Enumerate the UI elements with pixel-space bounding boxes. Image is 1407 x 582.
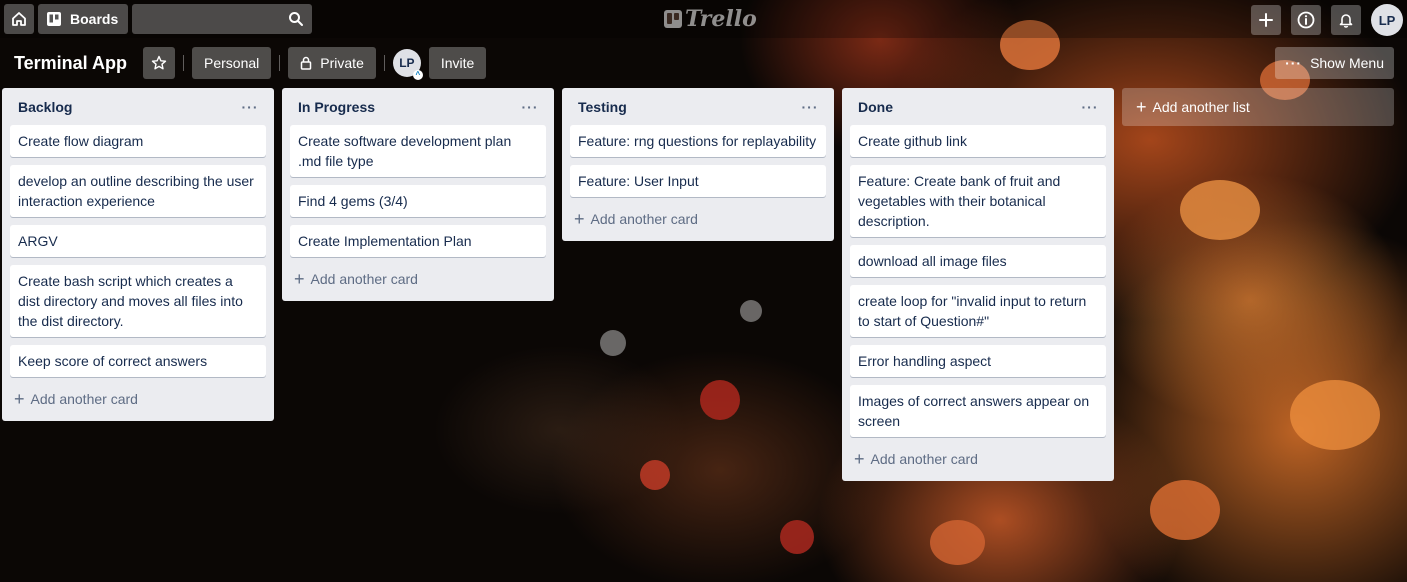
- home-button[interactable]: [4, 4, 34, 34]
- card[interactable]: download all image files: [850, 245, 1106, 277]
- board-header: Terminal App Personal Private LP ^ Invit…: [0, 45, 1407, 81]
- create-button[interactable]: [1251, 5, 1281, 35]
- card[interactable]: Feature: Create bank of fruit and vegeta…: [850, 165, 1106, 237]
- list-header: In Progress ···: [290, 88, 546, 125]
- boards-button[interactable]: Boards: [38, 4, 129, 34]
- top-header-bar: Boards Trello LP: [0, 0, 1407, 38]
- trello-logo[interactable]: Trello: [664, 6, 757, 32]
- boards-label: Boards: [70, 11, 119, 27]
- lock-icon: [301, 56, 312, 70]
- card[interactable]: Create github link: [850, 125, 1106, 157]
- background-blob: [740, 300, 762, 322]
- plus-icon: [1259, 13, 1273, 27]
- card[interactable]: Create bash script which creates a dist …: [10, 265, 266, 337]
- list-testing: Testing ··· Feature: rng questions for r…: [562, 88, 834, 241]
- home-icon: [12, 12, 26, 26]
- card[interactable]: Create Implementation Plan: [290, 225, 546, 257]
- add-card-label: Add another card: [30, 391, 138, 407]
- list-title[interactable]: In Progress: [298, 99, 375, 115]
- board-member-avatar[interactable]: LP ^: [392, 49, 423, 80]
- list-menu-icon[interactable]: ···: [518, 99, 542, 115]
- star-button[interactable]: [143, 47, 176, 79]
- privacy-label: Private: [320, 55, 364, 71]
- plus-icon: +: [574, 209, 585, 229]
- board-member-initials: LP: [399, 56, 415, 70]
- list-title[interactable]: Done: [858, 99, 893, 115]
- divider: [279, 55, 281, 71]
- add-card-label: Add another card: [590, 211, 698, 227]
- card[interactable]: Create software development plan .md fil…: [290, 125, 546, 177]
- divider: [383, 55, 385, 71]
- card[interactable]: Find 4 gems (3/4): [290, 185, 546, 217]
- add-card-label: Add another card: [310, 271, 418, 287]
- background-blob: [1180, 180, 1260, 240]
- privacy-button[interactable]: Private: [288, 47, 376, 79]
- background-blob: [700, 380, 740, 420]
- card[interactable]: Images of correct answers appear on scre…: [850, 385, 1106, 437]
- add-list-label: Add another list: [1152, 99, 1250, 115]
- notifications-button[interactable]: [1331, 5, 1361, 35]
- more-dots-icon: ···: [1285, 55, 1303, 71]
- divider: [183, 55, 185, 71]
- member-avatar[interactable]: LP: [1371, 4, 1403, 36]
- background-blob: [1290, 380, 1380, 450]
- info-icon: [1297, 11, 1315, 29]
- card[interactable]: create loop for "invalid input to return…: [850, 285, 1106, 337]
- list-title[interactable]: Backlog: [18, 99, 72, 115]
- background-blob: [600, 330, 626, 356]
- list-in-progress: In Progress ··· Create software developm…: [282, 88, 554, 301]
- add-card-label: Add another card: [870, 451, 978, 467]
- add-card-button[interactable]: + Add another card: [290, 265, 546, 293]
- board-title[interactable]: Terminal App: [14, 53, 127, 74]
- add-list-button[interactable]: + Add another list: [1122, 88, 1394, 126]
- card[interactable]: ARGV: [10, 225, 266, 257]
- list-done: Done ··· Create github link Feature: Cre…: [842, 88, 1114, 481]
- information-button[interactable]: [1291, 5, 1321, 35]
- add-card-button[interactable]: + Add another card: [10, 385, 266, 413]
- list-header: Testing ···: [570, 88, 826, 125]
- background-blob: [640, 460, 670, 490]
- trello-logo-text: Trello: [685, 6, 757, 32]
- list-header: Backlog ···: [10, 88, 266, 125]
- plus-icon: +: [1136, 97, 1147, 117]
- card[interactable]: develop an outline describing the user i…: [10, 165, 266, 217]
- show-menu-label: Show Menu: [1310, 55, 1384, 71]
- background-blob: [780, 520, 814, 554]
- chevron-up-icon: ^: [412, 70, 423, 80]
- boards-icon: [47, 12, 61, 26]
- add-card-button[interactable]: + Add another card: [570, 205, 826, 233]
- plus-icon: +: [294, 269, 305, 289]
- card[interactable]: Keep score of correct answers: [10, 345, 266, 377]
- star-icon: [151, 55, 167, 70]
- list-title[interactable]: Testing: [578, 99, 627, 115]
- background-blob: [1150, 480, 1220, 540]
- list-menu-icon[interactable]: ···: [1078, 99, 1102, 115]
- list-header: Done ···: [850, 88, 1106, 125]
- plus-icon: +: [14, 389, 25, 409]
- workspace-visibility-button[interactable]: Personal: [192, 47, 272, 79]
- trello-logo-icon: [664, 10, 682, 28]
- background-blob: [930, 520, 985, 565]
- search-input[interactable]: [132, 4, 313, 34]
- add-card-button[interactable]: + Add another card: [850, 445, 1106, 473]
- list-menu-icon[interactable]: ···: [798, 99, 822, 115]
- card[interactable]: Feature: rng questions for replayability: [570, 125, 826, 157]
- plus-icon: +: [854, 449, 865, 469]
- show-menu-button[interactable]: ··· Show Menu: [1275, 47, 1394, 79]
- card[interactable]: Error handling aspect: [850, 345, 1106, 377]
- card[interactable]: Feature: User Input: [570, 165, 826, 197]
- card[interactable]: Create flow diagram: [10, 125, 266, 157]
- list-menu-icon[interactable]: ···: [238, 99, 262, 115]
- list-backlog: Backlog ··· Create flow diagram develop …: [2, 88, 274, 421]
- invite-button[interactable]: Invite: [428, 47, 487, 79]
- bell-icon: [1339, 14, 1353, 28]
- search-icon: [289, 12, 304, 26]
